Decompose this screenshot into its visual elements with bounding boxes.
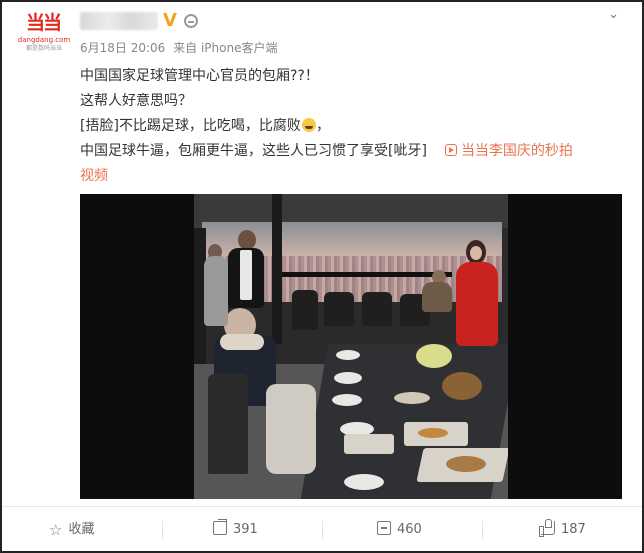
comment-count: 460 xyxy=(397,522,422,537)
favorite-button[interactable]: ☆ 收藏 xyxy=(49,507,94,552)
post-line-1: 中国国家足球管理中心官员的包厢??！ xyxy=(80,68,319,84)
weibo-post-card: 当当 dangdang.com 都是数码当当 V ⌄ 6月18日 20:06 来… xyxy=(0,0,644,553)
post-line-3-text: 不比踢足球，比吃喝，比腐败 xyxy=(118,118,301,134)
post-source: 来自 iPhone客户端 xyxy=(173,41,278,55)
comment-icon xyxy=(377,521,391,535)
post-line-4-text: 中国足球牛逼，包厢更牛逼，这些人已习惯了享受[呲牙] xyxy=(80,143,427,159)
comment-button[interactable]: 460 xyxy=(377,507,422,552)
video-frame xyxy=(194,194,508,499)
avatar-subtitle: 都是数码当当 xyxy=(25,45,62,52)
star-icon: ☆ xyxy=(49,521,63,539)
action-bar: ☆ 收藏 391 460 187 xyxy=(2,506,642,551)
like-button[interactable]: 187 xyxy=(539,507,586,552)
username-blurred[interactable] xyxy=(80,12,158,30)
caret-down-icon[interactable]: ⌄ xyxy=(608,7,619,22)
post-line-3: [捂脸]不比踢足球，比吃喝，比腐败 ， xyxy=(80,114,620,139)
avatar[interactable]: 当当 dangdang.com 都是数码当当 xyxy=(16,12,72,56)
favorite-label: 收藏 xyxy=(68,522,95,537)
video-play-icon xyxy=(444,144,457,156)
share-icon xyxy=(213,519,227,535)
laugh-emoji-icon xyxy=(301,118,316,132)
repost-count: 391 xyxy=(233,522,258,537)
repost-button[interactable]: 391 xyxy=(213,507,258,552)
avatar-logo: 当当 xyxy=(25,12,62,34)
thumbs-up-icon xyxy=(539,519,555,537)
video-link[interactable]: 当当李国庆的秒拍 xyxy=(461,143,573,159)
post-line-4: 中国足球牛逼，包厢更牛逼，这些人已习惯了享受[呲牙] 当当李国庆的秒拍 xyxy=(80,139,620,164)
post-text: 中国国家足球管理中心官员的包厢??！ 这帮人好意思吗？ [捂脸]不比踢足球，比吃… xyxy=(80,64,620,189)
level-icon xyxy=(184,14,198,28)
facepalm-tag: [捂脸] xyxy=(80,118,119,134)
avatar-domain: dangdang.com xyxy=(17,36,71,44)
post-line-2: 这帮人好意思吗？ xyxy=(80,93,192,109)
verified-badge: V xyxy=(163,10,177,31)
video-player[interactable] xyxy=(80,194,622,499)
like-count: 187 xyxy=(561,522,586,537)
post-meta: 6月18日 20:06 来自 iPhone客户端 xyxy=(80,40,281,56)
video-link-continued[interactable]: 视频 xyxy=(80,164,620,189)
post-line-3-end: ， xyxy=(315,118,330,134)
post-date[interactable]: 6月18日 20:06 xyxy=(80,41,165,55)
